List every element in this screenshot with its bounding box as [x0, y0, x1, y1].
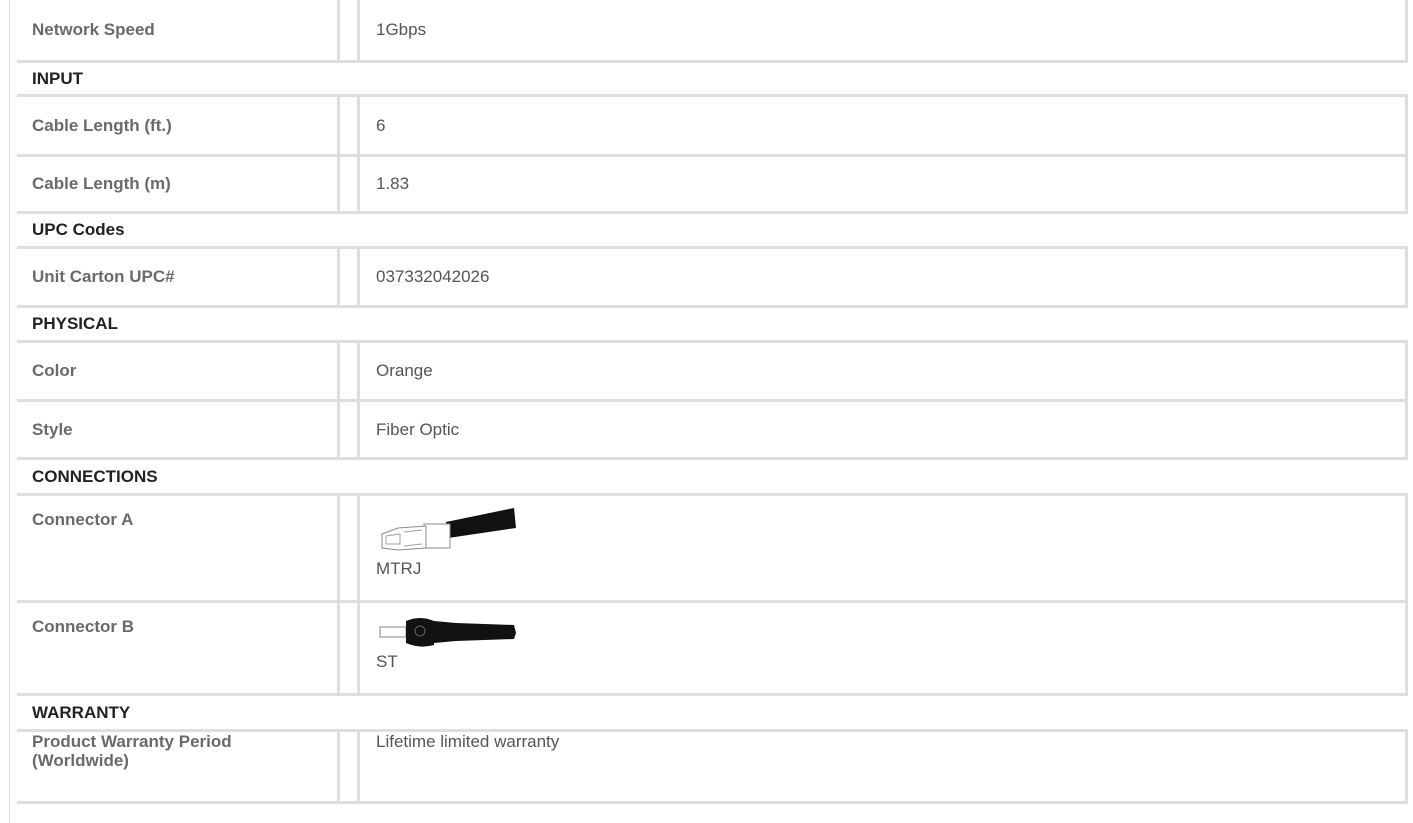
spec-row-warranty-period: Product Warranty Period (Worldwide) Life…	[17, 732, 1408, 804]
left-border	[9, 0, 10, 823]
spec-value: Orange	[357, 343, 1408, 399]
spec-label: Connector B	[17, 603, 340, 693]
spec-row-connector-b: Connector B ST	[17, 603, 1408, 696]
spec-row-style: Style Fiber Optic	[17, 402, 1408, 460]
spec-value: Fiber Optic	[357, 402, 1408, 457]
section-header-physical: PHYSICAL	[17, 308, 1408, 343]
spec-value: ST	[357, 603, 1408, 693]
spec-row-color: Color Orange	[17, 343, 1408, 402]
connector-a-type: MTRJ	[376, 559, 422, 578]
spec-label: Unit Carton UPC#	[17, 249, 340, 305]
section-header-warranty: WARRANTY	[17, 696, 1408, 732]
specifications-table: Network Speed 1Gbps INPUT Cable Length (…	[17, 0, 1408, 804]
connector-b-type: ST	[376, 652, 398, 671]
spec-label: Color	[17, 343, 340, 399]
spec-row-connector-a: Connector A MTRJ	[17, 496, 1408, 603]
spec-value: 1.83	[357, 157, 1408, 211]
spec-value: 037332042026	[357, 249, 1408, 305]
spec-label: Connector A	[17, 496, 340, 600]
section-header-upc-codes: UPC Codes	[17, 214, 1408, 249]
spec-value: Lifetime limited warranty	[357, 732, 1408, 801]
spec-row-cable-length-m: Cable Length (m) 1.83	[17, 157, 1408, 214]
spec-value: 6	[357, 97, 1408, 154]
st-connector-icon	[379, 618, 516, 647]
section-header-connections: CONNECTIONS	[17, 460, 1408, 496]
spec-label: Product Warranty Period (Worldwide)	[17, 732, 340, 801]
spec-row-network-speed: Network Speed 1Gbps	[17, 0, 1408, 63]
section-header-input: INPUT	[17, 63, 1408, 97]
spec-label: Cable Length (m)	[17, 157, 340, 211]
spec-row-unit-carton-upc: Unit Carton UPC# 037332042026	[17, 249, 1408, 308]
spec-row-cable-length-ft: Cable Length (ft.) 6	[17, 97, 1408, 157]
spec-value: MTRJ	[357, 496, 1408, 600]
spec-value: 1Gbps	[357, 0, 1408, 60]
mtrj-connector-icon	[381, 508, 516, 551]
spec-label: Network Speed	[17, 0, 340, 60]
spec-label: Cable Length (ft.)	[17, 97, 340, 154]
spec-label: Style	[17, 402, 340, 457]
